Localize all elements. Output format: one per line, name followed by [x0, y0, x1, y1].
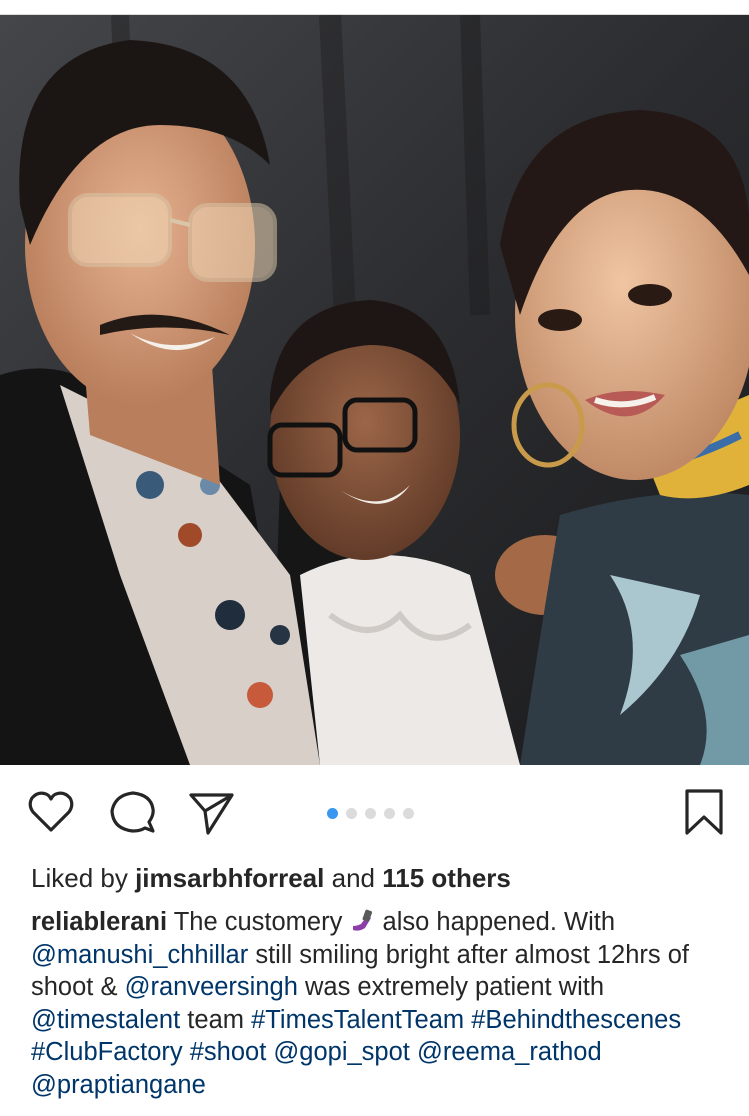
selfie-emoji-icon: [353, 909, 373, 931]
post-caption: reliablerani The customery also happened…: [31, 906, 731, 1101]
carousel-dot: [346, 808, 357, 819]
caption-text: was extremely patient with: [304, 973, 605, 1001]
comment-button[interactable]: [107, 787, 157, 837]
hashtag-link[interactable]: #TimesTalentTeam: [251, 1006, 464, 1034]
caption-text: also happened. With: [382, 908, 616, 936]
carousel-dot: [365, 808, 376, 819]
carousel-dot: [384, 808, 395, 819]
top-divider: [0, 0, 749, 15]
caption-text: The customery: [173, 908, 343, 936]
mention-link[interactable]: @timestalent: [31, 1006, 180, 1034]
selfie-image: [0, 15, 749, 765]
liked-by-user-link[interactable]: jimsarbhforreal: [135, 863, 324, 893]
comment-icon: [110, 791, 155, 833]
heart-icon: [28, 791, 74, 832]
mention-link[interactable]: @gopi_spot: [273, 1038, 409, 1066]
likes-summary: Liked by jimsarbhforreal and 115 others: [31, 862, 511, 894]
like-button[interactable]: [26, 787, 76, 837]
save-button[interactable]: [679, 787, 729, 837]
hashtag-link[interactable]: #shoot: [190, 1038, 267, 1066]
mention-link[interactable]: @ranveersingh: [125, 973, 298, 1001]
likes-prefix: Liked by: [31, 863, 128, 893]
bookmark-icon: [685, 789, 723, 835]
carousel-indicator: [327, 808, 414, 819]
likes-middle: and: [331, 863, 375, 893]
post-actions-bar: [0, 765, 749, 860]
mention-link[interactable]: @manushi_chhillar: [31, 941, 248, 969]
hashtag-link[interactable]: #ClubFactory: [31, 1038, 183, 1066]
hashtag-link[interactable]: #Behindthescenes: [471, 1006, 681, 1034]
caption-text: team: [187, 1005, 244, 1034]
share-icon: [189, 793, 234, 835]
carousel-dot: [327, 808, 338, 819]
caption-username[interactable]: reliablerani: [31, 908, 167, 936]
post-photo[interactable]: [0, 15, 749, 765]
likes-others-link[interactable]: 115 others: [382, 863, 511, 893]
share-button[interactable]: [186, 787, 236, 837]
mention-link[interactable]: @reema_rathod: [417, 1038, 602, 1066]
carousel-dot: [403, 808, 414, 819]
mention-link[interactable]: @praptiangane: [31, 1071, 206, 1099]
